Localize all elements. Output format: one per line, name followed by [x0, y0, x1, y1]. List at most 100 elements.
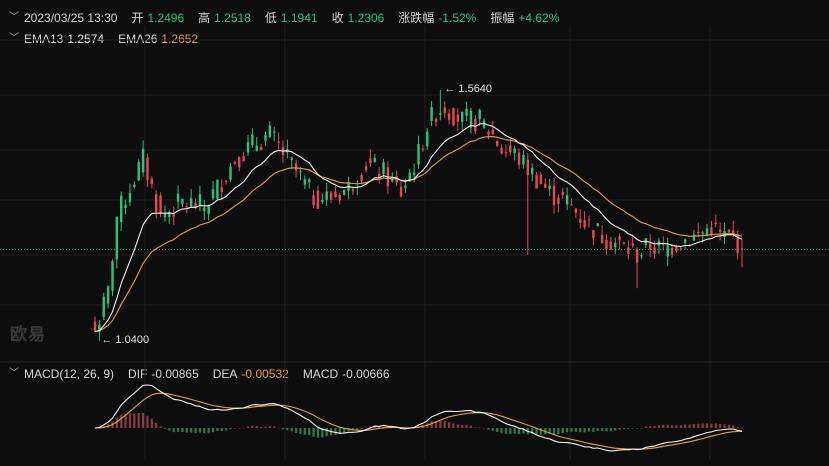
candle-body — [627, 247, 630, 255]
candle-body — [294, 163, 298, 171]
macd-histogram-bar — [662, 424, 665, 428]
candle-body — [513, 148, 516, 154]
candle-body — [141, 148, 145, 173]
macd-histogram-bar — [614, 428, 617, 431]
candle-body — [478, 109, 481, 120]
candle-body — [557, 197, 560, 204]
candle-body — [176, 193, 180, 202]
macd-histogram-bar — [242, 427, 245, 429]
candle-body — [273, 131, 276, 133]
macd-histogram-bar — [133, 413, 136, 428]
candle-body — [587, 219, 591, 221]
candle-body — [364, 166, 368, 171]
macd-histogram-bar — [587, 428, 591, 432]
candle-body — [207, 206, 210, 214]
macd-histogram-bar — [705, 423, 709, 428]
macd-histogram-bar — [644, 426, 647, 428]
candle-body — [434, 118, 438, 122]
macd-histogram-bar — [448, 422, 451, 428]
macd-histogram-bar — [714, 423, 717, 428]
macd-histogram-bar — [207, 428, 210, 434]
macd-histogram-bar — [570, 428, 573, 432]
candle-body — [268, 125, 272, 138]
macd-histogram-bar — [513, 428, 516, 434]
candle-body — [412, 172, 416, 176]
macd-histogram-bar — [496, 428, 499, 433]
candle-body — [369, 158, 372, 164]
macd-histogram-bar — [635, 428, 639, 429]
macd-histogram-bar — [649, 426, 652, 428]
candle-body — [216, 179, 219, 199]
macd-histogram-bar — [120, 414, 123, 428]
candle-body — [670, 247, 674, 255]
macd-histogram-bar — [316, 428, 320, 438]
macd-histogram-bar — [474, 427, 477, 429]
macd-histogram-bar — [670, 425, 674, 428]
candle-body — [495, 141, 499, 146]
macd-histogram-bar — [631, 428, 634, 429]
macd-histogram-bar — [163, 428, 167, 429]
macd-histogram-bar — [657, 425, 661, 428]
macd-histogram-bar — [251, 425, 254, 428]
macd-histogram-bar — [255, 426, 258, 428]
candle-body — [229, 166, 232, 180]
macd-histogram-bar — [675, 425, 678, 428]
macd-histogram-bar — [679, 425, 682, 428]
candle-body — [211, 189, 215, 199]
candle-body — [697, 231, 700, 234]
candle-body — [93, 321, 97, 332]
candle-body — [146, 157, 149, 180]
macd-histogram-bar — [155, 422, 158, 428]
candle-body — [447, 113, 451, 120]
candle-body — [465, 108, 468, 116]
macd-histogram-bar — [233, 428, 236, 429]
price-chart[interactable] — [0, 0, 829, 466]
candle-body — [316, 190, 320, 209]
candle-body — [714, 222, 717, 224]
candle-body — [718, 229, 722, 232]
macd-histogram-bar — [684, 424, 687, 428]
high-price-annotation: ← 1.5640 — [444, 83, 493, 96]
candle-body — [259, 146, 263, 151]
candle-body — [334, 191, 337, 197]
candle-body — [701, 232, 704, 234]
macd-histogram-bar — [128, 413, 132, 428]
macd-histogram-bar — [596, 428, 599, 431]
candle-body — [535, 174, 538, 189]
macd-histogram-bar — [290, 428, 293, 432]
macd-histogram-bar — [286, 428, 289, 431]
macd-histogram-bar — [465, 425, 468, 428]
macd-histogram-bar — [364, 427, 368, 428]
candle-body — [600, 234, 604, 244]
candle-body — [710, 227, 713, 235]
macd-histogram-bar — [605, 428, 608, 432]
macd-histogram-bar — [579, 428, 582, 433]
macd-histogram-bar — [701, 423, 704, 428]
candle-body — [106, 286, 110, 304]
candle-body — [522, 155, 525, 165]
candle-body — [579, 218, 582, 223]
macd-histogram-bar — [552, 428, 556, 435]
candle-body — [233, 162, 237, 164]
macd-histogram-bar — [566, 428, 569, 433]
macd-histogram-bar — [439, 420, 442, 428]
macd-histogram-bar — [281, 428, 285, 430]
candle-body — [631, 243, 634, 246]
candle-body — [124, 204, 127, 209]
macd-histogram-bar — [688, 424, 691, 428]
macd-histogram-bar — [220, 428, 223, 432]
macd-histogram-bar — [452, 423, 455, 428]
macd-histogram-bar — [312, 428, 315, 437]
candle-body — [137, 162, 140, 181]
candle-body — [439, 113, 442, 115]
dif-line — [94, 384, 743, 452]
candle-body — [648, 243, 652, 250]
macd-histogram-bar — [325, 428, 328, 437]
macd-histogram-bar — [469, 425, 473, 428]
candle-body — [491, 129, 495, 135]
candle-body — [592, 230, 595, 239]
macd-histogram-bar — [238, 428, 241, 429]
macd-histogram-bar — [246, 426, 250, 428]
candle-body — [417, 144, 420, 165]
candle-body — [399, 186, 403, 197]
